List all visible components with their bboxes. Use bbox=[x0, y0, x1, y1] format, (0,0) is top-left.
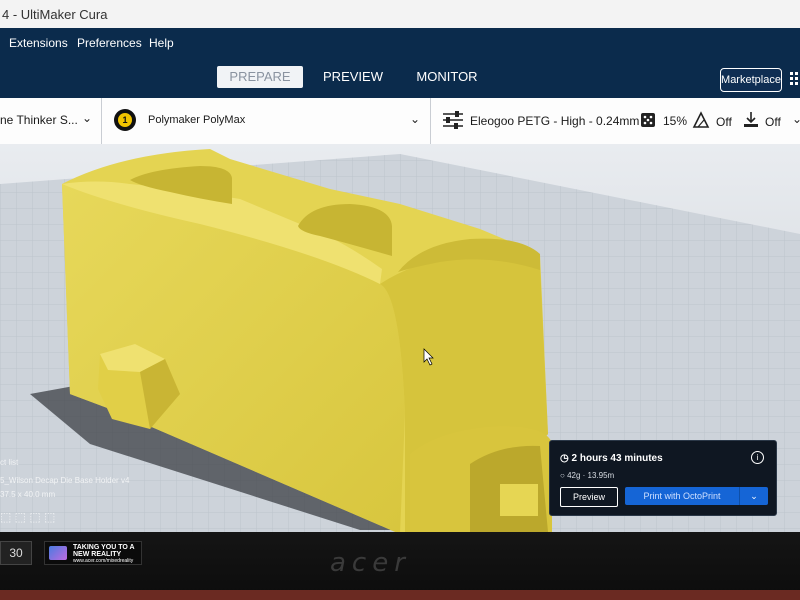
chevron-down-icon[interactable]: ⌄ bbox=[792, 112, 800, 126]
object-dimensions: 37.5 x 40.0 mm bbox=[0, 490, 56, 499]
tab-preview[interactable]: PREVIEW bbox=[310, 66, 396, 88]
support-value[interactable]: Off bbox=[716, 115, 732, 129]
view-mode-icons[interactable]: ⬚ ⬚ ⬚ ⬚ bbox=[0, 510, 55, 524]
brand-logo: acer bbox=[330, 548, 411, 578]
info-icon[interactable]: i bbox=[751, 451, 764, 464]
printer-selector[interactable]: ne Thinker S... bbox=[0, 113, 78, 127]
print-info-panel: ◷ 2 hours 43 minutes i ○ 42g · 13.95m Pr… bbox=[549, 440, 777, 516]
material-usage: 42g · 13.95m bbox=[567, 471, 615, 480]
divider bbox=[430, 98, 431, 144]
chevron-down-icon[interactable]: ⌄ bbox=[410, 112, 420, 126]
window-title: 4 - UltiMaker Cura bbox=[2, 7, 108, 22]
clock-icon: ◷ bbox=[560, 453, 569, 464]
stage-bar: PREPARE PREVIEW MONITOR bbox=[0, 56, 800, 98]
profile-selector[interactable]: Eleogoo PETG - High - 0.24mm bbox=[470, 114, 639, 128]
screen: 4 - UltiMaker Cura Extensions Preference… bbox=[0, 0, 800, 532]
chevron-down-icon[interactable]: ⌄ bbox=[82, 111, 92, 125]
tab-monitor[interactable]: MONITOR bbox=[404, 66, 490, 88]
menu-preferences[interactable]: Preferences bbox=[77, 36, 142, 50]
menu-extensions[interactable]: Extensions bbox=[9, 36, 68, 50]
desk-surface bbox=[0, 590, 800, 600]
settings-bar: ne Thinker S... ⌄ 1 Polymaker PolyMax ⌄ … bbox=[0, 98, 800, 145]
support-icon bbox=[692, 111, 710, 128]
print-time-row: ◷ 2 hours 43 minutes bbox=[560, 453, 663, 464]
material-selector[interactable]: Polymaker PolyMax bbox=[148, 114, 245, 126]
hardware-badge: 30 bbox=[0, 541, 32, 565]
object-list-label[interactable]: ct list bbox=[0, 458, 18, 467]
infill-value[interactable]: 15% bbox=[663, 114, 687, 128]
adhesion-value[interactable]: Off bbox=[765, 115, 781, 129]
divider bbox=[101, 98, 102, 144]
object-name: 5_Wilson Decap Die Base Holder v4 bbox=[0, 476, 130, 485]
sticker-line-3: www.acer.com/mixedreality bbox=[73, 558, 134, 564]
sliders-icon bbox=[443, 111, 463, 129]
mixed-reality-sticker: TAKING YOU TO A NEW REALITY www.acer.com… bbox=[44, 541, 142, 565]
preview-button[interactable]: Preview bbox=[560, 487, 618, 507]
window-titlebar: 4 - UltiMaker Cura bbox=[0, 0, 800, 28]
print-octoprint-button[interactable]: Print with OctoPrint bbox=[625, 487, 739, 505]
menu-bar: Extensions Preferences Help bbox=[0, 28, 800, 56]
chevron-down-icon[interactable]: ⌄ bbox=[739, 487, 768, 505]
apps-grid-icon[interactable] bbox=[790, 72, 800, 86]
marketplace-button[interactable]: Marketplace bbox=[720, 68, 782, 92]
spool-icon: ○ bbox=[560, 471, 565, 480]
extruder-icon: 1 bbox=[114, 109, 136, 131]
sticker-line-1: TAKING YOU TO A bbox=[73, 544, 135, 551]
tab-prepare[interactable]: PREPARE bbox=[217, 66, 303, 88]
infill-icon bbox=[641, 113, 655, 127]
adhesion-icon bbox=[744, 112, 758, 127]
menu-help[interactable]: Help bbox=[149, 36, 174, 50]
extruder-number: 1 bbox=[118, 113, 132, 127]
print-time: 2 hours 43 minutes bbox=[571, 453, 663, 464]
sticker-line-2: NEW REALITY bbox=[73, 551, 122, 558]
material-usage-row: ○ 42g · 13.95m bbox=[560, 471, 614, 480]
sticker-logo bbox=[49, 546, 67, 560]
